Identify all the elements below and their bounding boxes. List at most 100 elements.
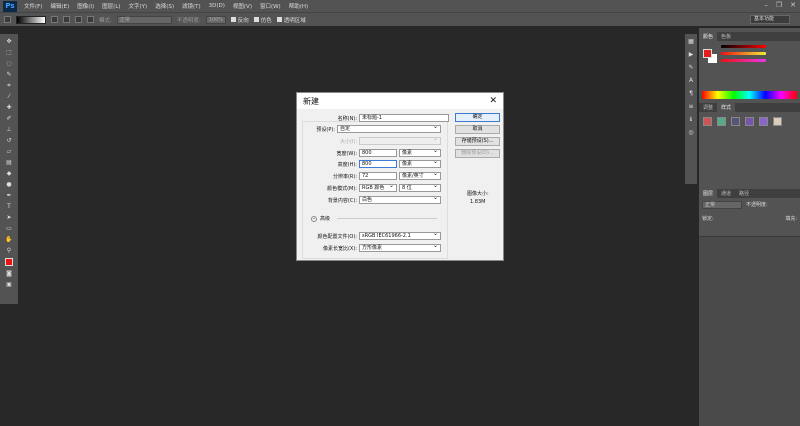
- history-icon[interactable]: ▦: [687, 38, 695, 45]
- blend-mode-select[interactable]: 正常: [702, 201, 742, 209]
- name-label: 名称(N):: [337, 116, 357, 122]
- gradient-picker[interactable]: [16, 15, 46, 24]
- move-tool-icon[interactable]: ✥: [5, 38, 13, 45]
- character-icon[interactable]: A: [687, 77, 695, 84]
- crop-tool-icon[interactable]: ⌗: [5, 82, 13, 89]
- mode-select[interactable]: 正常: [116, 15, 172, 24]
- height-unit-select[interactable]: 像素: [399, 159, 441, 168]
- style-swatch[interactable]: [703, 117, 712, 126]
- width-input[interactable]: 800: [359, 149, 397, 157]
- pen-tool-icon[interactable]: ✒: [5, 192, 13, 199]
- blur-tool-icon[interactable]: ◆: [5, 170, 13, 177]
- preset-label: 预设(P):: [316, 127, 335, 133]
- hand-tool-icon[interactable]: ✋: [5, 236, 13, 243]
- resolution-unit-select[interactable]: 像素/英寸: [399, 171, 441, 180]
- info-icon[interactable]: ℹ: [687, 116, 695, 123]
- tab-paths[interactable]: 路径: [735, 189, 753, 198]
- menu-type[interactable]: 文字(Y): [125, 2, 152, 10]
- restore-button[interactable]: ❐: [776, 1, 782, 9]
- color-spectrum[interactable]: [702, 91, 797, 99]
- angle-gradient-icon[interactable]: [75, 16, 82, 23]
- advanced-toggle[interactable]: ⌃ 高级: [311, 215, 438, 222]
- green-slider[interactable]: [721, 52, 766, 55]
- navigator-icon[interactable]: ◎: [687, 129, 695, 136]
- style-swatch[interactable]: [731, 117, 740, 126]
- advanced-label: 高级: [320, 216, 331, 222]
- gradient-tool-icon[interactable]: ▤: [5, 159, 13, 166]
- bit-depth-select[interactable]: 8 位: [399, 183, 441, 192]
- brush-tool-icon[interactable]: ✐: [5, 115, 13, 122]
- menu-filter[interactable]: 滤镜(T): [178, 2, 205, 10]
- quick-select-tool-icon[interactable]: ✎: [5, 71, 13, 78]
- dither-checkbox[interactable]: 仿色: [253, 16, 272, 24]
- close-button[interactable]: ✕: [790, 1, 796, 9]
- linear-gradient-icon[interactable]: [51, 16, 58, 23]
- eraser-tool-icon[interactable]: ▱: [5, 148, 13, 155]
- path-select-tool-icon[interactable]: ➤: [5, 214, 13, 221]
- photoshop-logo: Ps: [3, 0, 17, 12]
- menu-layer[interactable]: 图层(L): [98, 2, 124, 10]
- stamp-tool-icon[interactable]: ⊥: [5, 126, 13, 133]
- color-mode-select[interactable]: RGB 颜色: [359, 183, 397, 192]
- shape-tool-icon[interactable]: ▭: [5, 225, 13, 232]
- cancel-button[interactable]: 取消: [455, 125, 500, 134]
- height-input[interactable]: 800: [359, 160, 397, 168]
- dialog-close-icon[interactable]: ✕: [489, 96, 497, 106]
- zoom-tool-icon[interactable]: ⚲: [5, 247, 13, 254]
- tab-adjustments[interactable]: 调整: [699, 103, 717, 112]
- properties-icon[interactable]: ≡: [687, 103, 695, 110]
- lasso-tool-icon[interactable]: ◌: [5, 60, 13, 67]
- healing-tool-icon[interactable]: ✚: [5, 104, 13, 111]
- tool-preset-icon[interactable]: [4, 16, 11, 23]
- aspect-select[interactable]: 方形像素: [359, 243, 441, 252]
- aspect-label: 像素长宽比(X):: [322, 246, 357, 252]
- quick-mask-icon[interactable]: ◙: [5, 270, 13, 277]
- profile-select[interactable]: sRGB IEC61966-2.1: [359, 231, 441, 240]
- tab-swatches[interactable]: 色板: [717, 32, 735, 41]
- menu-image[interactable]: 图像(I): [73, 2, 98, 10]
- blue-slider[interactable]: [721, 59, 766, 62]
- paragraph-icon[interactable]: ¶: [687, 90, 695, 97]
- red-slider[interactable]: [721, 45, 766, 48]
- tab-channels[interactable]: 通道: [717, 189, 735, 198]
- save-preset-button[interactable]: 存储预设(S)...: [455, 137, 500, 146]
- width-unit-select[interactable]: 像素: [399, 148, 441, 157]
- opacity-field[interactable]: 100%: [205, 15, 226, 24]
- foreground-color[interactable]: [703, 49, 712, 58]
- tab-styles[interactable]: 样式: [717, 103, 736, 112]
- ok-button[interactable]: 确定: [455, 113, 500, 122]
- history-brush-icon[interactable]: ↺: [5, 137, 13, 144]
- type-tool-icon[interactable]: T: [5, 203, 13, 210]
- reverse-checkbox[interactable]: 反向: [230, 16, 249, 24]
- tab-color[interactable]: 颜色: [699, 32, 718, 41]
- menu-view[interactable]: 视图(V): [229, 2, 256, 10]
- reflected-gradient-icon[interactable]: [87, 16, 94, 23]
- marquee-tool-icon[interactable]: ⬚: [5, 49, 13, 56]
- dodge-tool-icon[interactable]: ●: [5, 181, 13, 188]
- size-label: 大小(I):: [339, 139, 357, 145]
- name-input[interactable]: 未标题-1: [359, 114, 449, 122]
- style-swatch[interactable]: [717, 117, 726, 126]
- screen-mode-icon[interactable]: ▣: [5, 281, 13, 288]
- resolution-input[interactable]: 72: [359, 172, 397, 180]
- background-select[interactable]: 白色: [359, 195, 441, 204]
- style-swatch[interactable]: [759, 117, 768, 126]
- menu-file[interactable]: 文件(F): [20, 2, 46, 10]
- preset-select[interactable]: 自定: [337, 124, 441, 133]
- tab-layers[interactable]: 图层: [699, 189, 718, 198]
- eyedropper-tool-icon[interactable]: ⁄: [5, 93, 13, 100]
- actions-icon[interactable]: ▶: [687, 51, 695, 58]
- style-swatch[interactable]: [745, 117, 754, 126]
- menu-select[interactable]: 选择(S): [151, 2, 178, 10]
- style-swatch[interactable]: [773, 117, 782, 126]
- menu-3d[interactable]: 3D(D): [205, 3, 229, 9]
- menu-help[interactable]: 帮助(H): [285, 2, 312, 10]
- workspace-select[interactable]: 基本功能: [750, 15, 790, 24]
- menu-window[interactable]: 窗口(W): [256, 2, 285, 10]
- radial-gradient-icon[interactable]: [63, 16, 70, 23]
- minimize-button[interactable]: –: [764, 1, 768, 9]
- menu-edit[interactable]: 编辑(E): [46, 2, 73, 10]
- brush-panel-icon[interactable]: ✎: [687, 64, 695, 71]
- transparency-checkbox[interactable]: 透明区域: [276, 16, 306, 24]
- foreground-color-swatch[interactable]: [5, 258, 13, 266]
